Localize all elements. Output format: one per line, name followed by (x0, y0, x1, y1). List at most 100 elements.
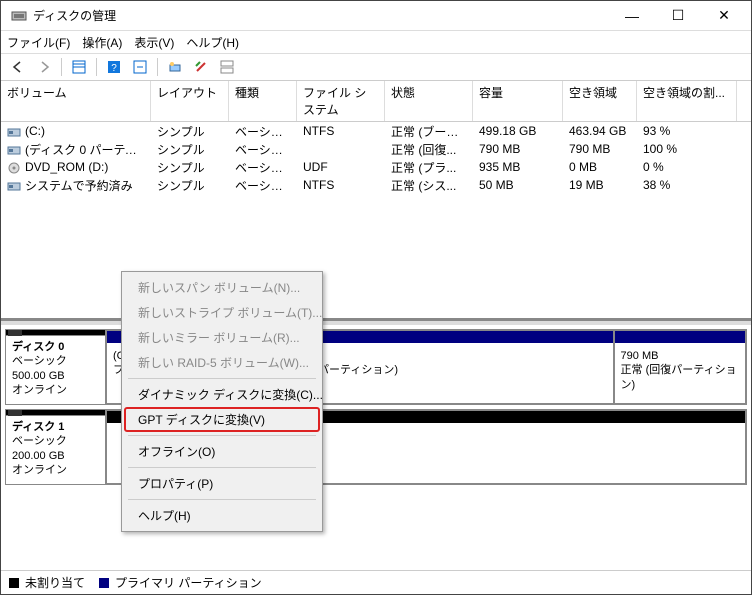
volume-row[interactable]: (ディスク 0 パーティシ...シンプルベーシック正常 (回復...790 MB… (1, 140, 751, 158)
volume-fs (297, 148, 385, 150)
volume-fs: NTFS (297, 123, 385, 139)
volume-row[interactable]: (C:) シンプルベーシックNTFS正常 (ブート...499.18 GB463.… (1, 122, 751, 140)
volume-pct: 38 % (637, 177, 737, 193)
forward-button[interactable] (33, 56, 55, 78)
menu-action[interactable]: 操作(A) (82, 34, 122, 51)
volume-capacity: 935 MB (473, 159, 563, 175)
menu-file[interactable]: ファイル(F) (7, 34, 70, 51)
volume-type: ベーシック (229, 140, 297, 159)
disk-state: オンライン (12, 384, 67, 396)
disk-type: ベーシック (12, 355, 67, 367)
back-button[interactable] (7, 56, 29, 78)
legend-primary-swatch (99, 578, 109, 588)
ctx-convert-gpt[interactable]: GPT ディスクに変換(V) (124, 407, 320, 432)
volume-pct: 0 % (637, 159, 737, 175)
drive-icon (7, 126, 21, 138)
disk-row: ディスク 0ベーシック500.00 GBオンライン(C:)ファイル, クラッシュ… (5, 329, 747, 405)
volume-row[interactable]: システムで予約済み シンプルベーシックNTFS正常 (シス...50 MB19 M… (1, 176, 751, 194)
menu-help[interactable]: ヘルプ(H) (186, 34, 239, 51)
column-status[interactable]: 状態 (385, 81, 473, 121)
close-button[interactable]: ✕ (701, 2, 747, 30)
disk-name: ディスク 1 (12, 421, 64, 433)
volume-name: DVD_ROM (D:) (25, 160, 108, 174)
column-layout[interactable]: レイアウト (151, 81, 229, 121)
minimize-button[interactable]: ― (609, 2, 655, 30)
legend-unallocated-swatch (9, 578, 19, 588)
volume-status: 正常 (ブート... (385, 122, 473, 141)
volume-status: 正常 (シス... (385, 176, 473, 195)
ctx-help[interactable]: ヘルプ(H) (124, 503, 320, 528)
ctx-convert-dynamic[interactable]: ダイナミック ディスクに変換(C)... (124, 382, 320, 407)
menubar: ファイル(F) 操作(A) 表示(V) ヘルプ(H) (1, 31, 751, 53)
volume-pct: 100 % (637, 141, 737, 157)
volume-status: 正常 (プラ... (385, 158, 473, 177)
disk-label[interactable]: ディスク 1 ベーシック 200.00 GB オンライン (6, 410, 106, 484)
partition[interactable]: 790 MB 正常 (回復パーティション) (614, 330, 746, 404)
column-pct[interactable]: 空き領域の割... (637, 81, 737, 121)
volume-fs: UDF (297, 159, 385, 175)
disk-state: オンライン (12, 464, 67, 476)
disk-name: ディスク 0 (12, 341, 64, 353)
volume-capacity: 790 MB (473, 141, 563, 157)
column-free[interactable]: 空き領域 (563, 81, 637, 121)
partition-line2: 正常 (回復パーティション) (621, 364, 737, 390)
legend-unallocated-label: 未割り当て (25, 574, 85, 591)
volume-pct: 93 % (637, 123, 737, 139)
ctx-new-span[interactable]: 新しいスパン ボリューム(N)... (124, 275, 320, 300)
help-icon[interactable]: ? (103, 56, 125, 78)
volume-free: 0 MB (563, 159, 637, 175)
volume-free: 463.94 GB (563, 123, 637, 139)
context-menu: 新しいスパン ボリューム(N)... 新しいストライプ ボリューム(T)... … (121, 271, 323, 532)
refresh-icon[interactable] (129, 56, 151, 78)
volume-capacity: 499.18 GB (473, 123, 563, 139)
disk-row: ディスク 1 ベーシック 200.00 GB オンライン (5, 409, 747, 485)
volume-status: 正常 (回復... (385, 140, 473, 159)
volume-name: (C:) (25, 124, 45, 138)
toolbar: ? (1, 53, 751, 81)
volume-type: ベーシック (229, 122, 297, 141)
properties-icon[interactable] (164, 56, 186, 78)
ctx-new-mirror[interactable]: 新しいミラー ボリューム(R)... (124, 325, 320, 350)
volume-name: システムで予約済み (25, 179, 133, 193)
volume-type: ベーシック (229, 176, 297, 195)
settings-icon[interactable] (190, 56, 212, 78)
volume-fs: NTFS (297, 177, 385, 193)
ctx-properties[interactable]: プロパティ(P) (124, 471, 320, 496)
volume-layout: シンプル (151, 158, 229, 177)
volume-layout: シンプル (151, 176, 229, 195)
titlebar: ディスクの管理 ― ☐ ✕ (1, 1, 751, 31)
volume-layout: シンプル (151, 122, 229, 141)
volume-list: ボリューム レイアウト 種類 ファイル システム 状態 容量 空き領域 空き領域… (1, 81, 751, 321)
volume-capacity: 50 MB (473, 177, 563, 193)
volume-free: 790 MB (563, 141, 637, 157)
app-icon (11, 8, 27, 24)
view-list-icon[interactable] (68, 56, 90, 78)
volume-row[interactable]: DVD_ROM (D:)シンプルベーシックUDF正常 (プラ...935 MB0… (1, 158, 751, 176)
svg-text:?: ? (111, 63, 117, 74)
drive-icon (7, 144, 21, 156)
disk-size: 500.00 GB (12, 370, 65, 382)
volume-free: 19 MB (563, 177, 637, 193)
legend-primary-label: プライマリ パーティション (115, 574, 262, 591)
partition-line1: 790 MB (621, 350, 659, 362)
volume-name: (ディスク 0 パーティシ... (25, 143, 151, 157)
column-type[interactable]: 種類 (229, 81, 297, 121)
menu-view[interactable]: 表示(V) (134, 34, 174, 51)
ctx-new-raid5[interactable]: 新しい RAID-5 ボリューム(W)... (124, 350, 320, 375)
ctx-new-stripe[interactable]: 新しいストライプ ボリューム(T)... (124, 300, 320, 325)
legend: 未割り当て プライマリ パーティション (1, 570, 751, 594)
disk-size: 200.00 GB (12, 450, 65, 462)
maximize-button[interactable]: ☐ (655, 2, 701, 30)
volume-type: ベーシック (229, 158, 297, 177)
column-capacity[interactable]: 容量 (473, 81, 563, 121)
list-header: ボリューム レイアウト 種類 ファイル システム 状態 容量 空き領域 空き領域… (1, 81, 751, 122)
disk-label[interactable]: ディスク 0 ベーシック 500.00 GB オンライン (6, 330, 106, 404)
column-fs[interactable]: ファイル システム (297, 81, 385, 121)
column-volume[interactable]: ボリューム (1, 81, 151, 121)
ctx-offline[interactable]: オフライン(O) (124, 439, 320, 464)
volume-layout: シンプル (151, 140, 229, 159)
disk-type: ベーシック (12, 435, 67, 447)
drive-icon (7, 180, 21, 192)
layout-icon[interactable] (216, 56, 238, 78)
disc-icon (7, 162, 21, 174)
